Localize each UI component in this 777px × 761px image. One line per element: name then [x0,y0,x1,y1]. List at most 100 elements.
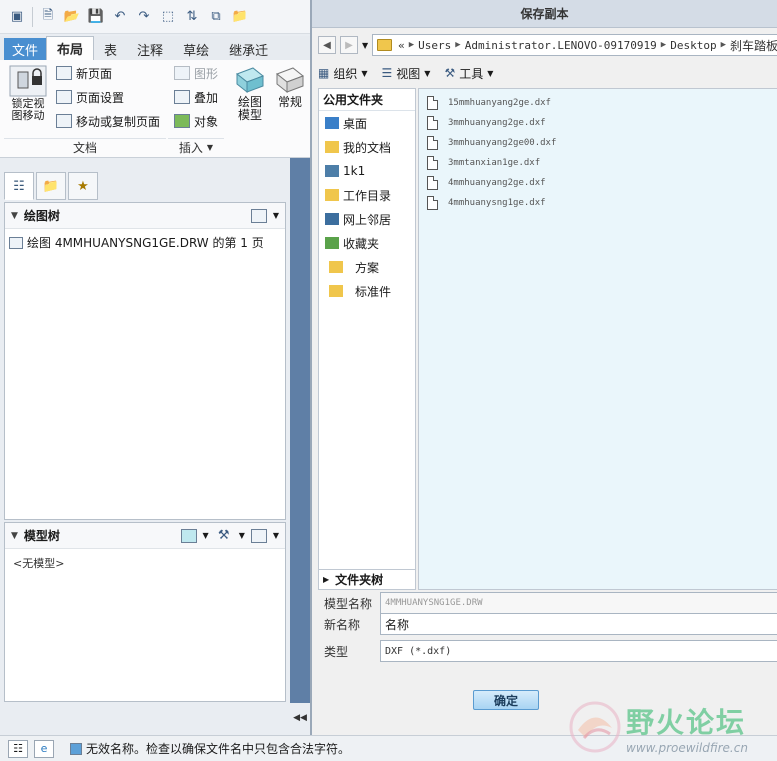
back-button[interactable]: ◀ [318,36,336,54]
tab-sketch[interactable]: 草绘 [173,38,219,60]
path-input[interactable]: « ▶ Users ▶ Administrator.LENOVO-0917091… [372,34,777,56]
new-page-button[interactable]: 新页面 [56,62,112,84]
folder-icon [329,285,343,297]
view-menu[interactable]: ☰ 视图 ▼ [382,65,431,82]
tools-menu[interactable]: ⚒ 工具 ▼ [444,65,493,82]
tab-favorites[interactable]: ★ [68,172,98,200]
app-icon: ▣ [10,9,24,24]
breadcrumb-current-folder[interactable]: 刹车踏板 [730,37,777,54]
breadcrumb-administrator[interactable]: Administrator.LENOVO-09170919 [465,39,657,52]
tab-model-tree[interactable]: ☷ [4,172,34,200]
tab-folder-browser[interactable]: 📁 [36,172,66,200]
tree-settings-icon[interactable] [250,208,267,223]
history-dropdown-icon[interactable]: ▼ [362,41,368,50]
page-setup-icon [56,90,72,104]
breadcrumb-separator: ▶ [455,40,461,50]
tab-file[interactable]: 文件 [4,38,47,60]
model-tree-header[interactable]: ▼ 模型树 ▼ ⚒ ▼ ▼ [5,523,285,549]
draw-model-button[interactable]: 绘图模型 [232,64,268,122]
show-filter-icon[interactable] [180,528,197,543]
folder-icon [377,39,393,51]
chevron-down-icon[interactable]: ▼ [273,531,279,540]
common-folders-panel: 公用文件夹 桌面 我的文档 1k1 工作目录 网上邻居 收藏夹 方案 标准件 [318,88,416,570]
chevron-down-icon: ▼ [424,68,431,78]
forward-button[interactable]: ▶ [340,36,358,54]
file-list[interactable]: 15mmhuanyang2ge.dxf 3mmhuanyang2ge.dxf 3… [418,88,777,590]
type-label: 类型 [324,644,349,659]
address-bar: ◀ ▶ ▼ « ▶ Users ▶ Administrator.LENOVO-0… [318,32,777,58]
undo-icon[interactable]: ↶ [111,8,129,26]
chevron-down-icon[interactable]: ▼ [273,211,279,220]
sidebar-item-standard-parts[interactable]: 标准件 [319,279,415,303]
tab-table[interactable]: 表 [94,38,127,60]
normal-button[interactable]: 常规 [272,64,308,109]
ok-button[interactable]: 确定 [473,690,539,710]
sidebar-item-my-documents[interactable]: 我的文档 [319,135,415,159]
navigator-footer [0,705,310,733]
redo-icon[interactable]: ↷ [135,8,153,26]
tab-layout[interactable]: 布局 [46,36,95,60]
model-name-label: 模型名称 [324,596,373,611]
graphics-icon [174,66,190,80]
list-item[interactable]: 4mmhuanysng1ge.dxf [419,193,777,213]
sidebar-item-1k1[interactable]: 1k1 [319,159,415,183]
drawing-tree-node[interactable]: 绘图 4MMHUANYSNG1GE.DRW 的第 1 页 [5,229,285,256]
sidebar-item-working-directory[interactable]: 工作目录 [319,183,415,207]
folder-tree-toggle[interactable]: ▶ 文件夹树 [318,570,416,590]
overlay-icon [174,90,190,104]
browser-icon[interactable]: e [34,739,54,758]
tree-settings-icon[interactable] [250,528,267,543]
organize-menu[interactable]: ▦ 组织 ▼ [318,65,368,82]
tools-icon[interactable]: ⚒ [215,527,233,545]
chevron-down-icon[interactable]: ▼ [203,531,209,540]
list-item[interactable]: 3mmhuanyang2ge.dxf [419,113,777,133]
navigator-tabs: ☷ 📁 ★ [4,172,98,202]
list-item[interactable]: 15mmhuanyang2ge.dxf [419,93,777,113]
new-file-icon[interactable]: 🗎 [39,8,57,26]
message-icon [70,742,82,755]
drawing-tree-header[interactable]: ▼ 绘图树 ▼ [5,203,285,229]
breadcrumb-desktop[interactable]: Desktop [670,39,716,52]
collapse-navigator-button[interactable]: ◀◀ [290,710,310,726]
open-folder-icon[interactable]: 📂 [63,8,81,26]
dialog-toolbar: ▦ 组织 ▼ ☰ 视图 ▼ ⚒ 工具 ▼ [318,62,493,84]
toolbar-divider [32,6,33,27]
page-setup-button[interactable]: 页面设置 [56,86,124,108]
regenerate-icon[interactable]: ⇅ [183,8,201,26]
lock-view-move-button[interactable]: 锁定视图移动 [6,64,50,122]
tab-annotate[interactable]: 注释 [127,38,173,60]
sidebar-item-favorites[interactable]: 收藏夹 [319,231,415,255]
ribbon-tab-bar: 文件 布局 表 注释 草绘 继承迁 [0,36,310,60]
view-icon: ☰ [381,66,393,80]
type-row: 类型 DXF (*.dxf) [324,640,777,662]
close-window-icon[interactable]: 📁 [231,8,249,26]
sidebar-item-label: 网上邻居 [343,212,392,227]
sidebar-item-scheme[interactable]: 方案 [319,255,415,279]
breadcrumb-users[interactable]: Users [418,39,451,52]
sidebar-item-label: 桌面 [343,116,368,131]
breadcrumb-overflow-icon[interactable]: « [398,39,405,52]
windows-icon[interactable]: ⧉ [207,8,225,26]
new-name-input[interactable]: 名称 [380,613,777,635]
list-item[interactable]: 3mmhuanyang2ge00.dxf [419,133,777,153]
sidebar-item-desktop[interactable]: 桌面 [319,111,415,135]
list-item[interactable]: 3mmtanxian1ge.dxf [419,153,777,173]
type-select[interactable]: DXF (*.dxf) [380,640,777,662]
tree-toggle-icon[interactable]: ☷ [8,739,28,758]
sidebar-item-network[interactable]: 网上邻居 [319,207,415,231]
drawing-tree-title: 绘图树 [23,209,60,223]
lock-view-label: 锁定视图移动 [11,97,45,122]
model-tree-empty: <无模型> [13,557,65,570]
overlay-button[interactable]: 叠加 [174,86,218,108]
move-copy-page-button[interactable]: 移动或复制页面 [56,110,160,132]
save-icon[interactable]: 💾 [87,8,105,26]
group-insert-button[interactable]: 插入 ▼ [168,138,224,156]
list-item[interactable]: 4mmhuanyang2ge.dxf [419,173,777,193]
network-icon [325,213,339,225]
graphics-button[interactable]: 图形 [174,62,218,84]
chevron-down-icon: ▼ [206,143,214,152]
chevron-down-icon[interactable]: ▼ [239,531,245,540]
select-box-icon[interactable]: ⬚ [159,8,177,26]
object-button[interactable]: 对象 [174,110,218,132]
tab-legacy-migration[interactable]: 继承迁 [219,38,278,60]
